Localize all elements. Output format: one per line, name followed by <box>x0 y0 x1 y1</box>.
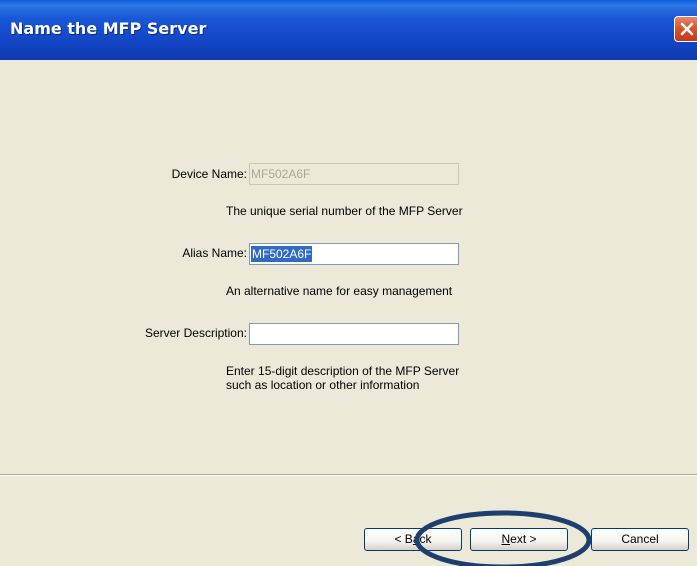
server-description-field[interactable] <box>249 323 459 345</box>
alias-name-hint: An alternative name for easy management <box>226 284 453 298</box>
alias-name-label: Alias Name: <box>182 246 247 260</box>
wizard-window: Name the MFP Server Device Name: MF502A6… <box>0 0 697 566</box>
server-description-hint-line2: such as location or other information <box>226 378 420 392</box>
device-name-label: Device Name: <box>171 167 247 181</box>
next-button-accel: N <box>501 532 511 546</box>
next-button-label: ext > <box>510 532 537 546</box>
title-bar: Name the MFP Server <box>0 0 697 60</box>
window-title: Name the MFP Server <box>10 19 207 38</box>
alias-name-value: MF502A6F <box>251 246 313 262</box>
highlight-ellipse <box>414 510 592 566</box>
device-name-value: MF502A6F <box>251 167 311 181</box>
device-name-hint: The unique serial number of the MFP Serv… <box>226 204 463 218</box>
next-button[interactable]: Next > <box>470 528 568 551</box>
device-name-field: MF502A6F <box>249 163 459 185</box>
close-button[interactable] <box>674 16 697 42</box>
back-button-label-start: < B <box>394 532 413 546</box>
server-description-hint-line1: Enter 15-digit description of the MFP Se… <box>226 364 460 378</box>
close-icon <box>680 22 694 36</box>
alias-name-field[interactable]: MF502A6F <box>249 243 459 265</box>
cancel-button-label: Cancel <box>621 532 659 546</box>
back-button-label-end: ck <box>419 532 432 546</box>
back-button-accel: a <box>412 532 420 546</box>
button-separator <box>0 474 697 476</box>
server-description-label: Server Description: <box>144 326 247 340</box>
cancel-button[interactable]: Cancel <box>591 528 689 551</box>
back-button[interactable]: < Back <box>364 528 462 551</box>
